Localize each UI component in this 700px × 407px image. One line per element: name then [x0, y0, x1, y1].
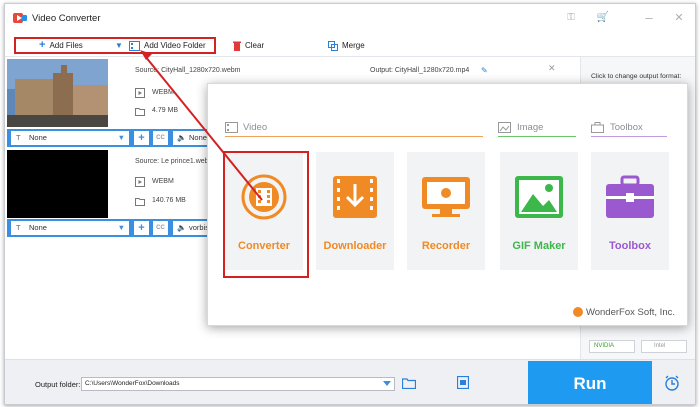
chevron-down-icon[interactable]	[383, 381, 391, 386]
output-format-hint: Click to change output format:	[591, 73, 682, 80]
add-files-button[interactable]: + Add Files	[39, 38, 83, 53]
cc-icon[interactable]: CC	[153, 221, 168, 235]
open-output-icon[interactable]	[457, 376, 469, 389]
close-button[interactable]: ✕	[669, 9, 689, 27]
section-video-divider	[225, 136, 483, 137]
toolbox-tile[interactable]: Toolbox	[591, 152, 669, 270]
alarm-clock-icon[interactable]	[664, 375, 680, 391]
section-toolbox-label: Toolbox	[610, 122, 643, 133]
downloader-tile[interactable]: Downloader	[316, 152, 394, 270]
video-thumbnail[interactable]	[7, 150, 108, 218]
brand-footer: WonderFox Soft, Inc.	[572, 307, 675, 318]
toolbox-icon	[606, 175, 654, 218]
text-t-icon: T	[16, 223, 21, 232]
edit-pencil-icon[interactable]: ✎	[481, 66, 488, 75]
add-subtitle-button[interactable]: +	[134, 221, 149, 235]
nvidia-badge: NVIDIA	[589, 340, 635, 353]
cart-icon[interactable]: 🛒	[593, 9, 613, 27]
section-toolbox-divider	[591, 136, 667, 137]
converter-label: Converter	[238, 240, 290, 252]
converter-icon	[241, 174, 287, 220]
folder-size-icon	[135, 108, 145, 116]
bottom-bar: Output folder: C:\Users\WonderFox\Downlo…	[5, 359, 695, 404]
clear-button[interactable]: Clear	[233, 38, 264, 53]
downloader-label: Downloader	[323, 240, 387, 252]
chevron-down-icon: ▼	[117, 133, 125, 142]
section-image-divider	[498, 136, 576, 137]
output-folder-field[interactable]: C:\Users\WonderFox\Downloads	[81, 377, 395, 391]
plus-icon: +	[39, 39, 46, 52]
add-subtitle-button[interactable]: +	[134, 131, 149, 145]
gif-maker-icon	[515, 176, 563, 218]
merge-icon	[328, 40, 338, 51]
subtitle-dropdown[interactable]: T None ▼	[11, 221, 129, 235]
section-image-label: Image	[517, 122, 544, 133]
file-size: 4.79 MB	[152, 107, 179, 114]
gif-maker-tile[interactable]: GIF Maker	[500, 152, 578, 270]
file-size: 140.76 MB	[152, 197, 186, 204]
toolbox-section-icon	[591, 122, 604, 133]
window-title: Video Converter	[32, 13, 101, 24]
file-format: WEBM	[152, 178, 174, 185]
format-icon	[135, 88, 145, 98]
toolbox-label: Toolbox	[609, 240, 651, 252]
speaker-icon: 🔈	[177, 133, 187, 142]
clear-label: Clear	[245, 41, 265, 50]
video-thumbnail[interactable]	[7, 59, 108, 127]
speaker-icon: 🔈	[177, 223, 187, 232]
recorder-tile[interactable]: Recorder	[407, 152, 485, 270]
intel-badge: Intel	[641, 340, 687, 353]
downloader-icon	[333, 176, 377, 218]
merge-button[interactable]: Merge	[328, 38, 365, 53]
text-t-icon: T	[16, 133, 21, 142]
add-files-dropdown-icon[interactable]: ▼	[115, 38, 123, 53]
toolbar: + Add Files ▼ Add Video Folder Clear Merg…	[5, 33, 695, 57]
subtitle-dropdown[interactable]: T None ▼	[11, 131, 129, 145]
file-format: WEBM	[152, 89, 174, 96]
gif-maker-label: GIF Maker	[512, 240, 566, 252]
output-filename: Output: CityHall_1280x720.mp4	[370, 67, 470, 74]
output-folder-label: Output folder:	[35, 380, 81, 389]
add-video-folder-button[interactable]: Add Video Folder	[129, 38, 206, 53]
add-video-folder-label: Add Video Folder	[144, 41, 206, 50]
remove-file-icon[interactable]: ✕	[548, 63, 556, 74]
subtitle-value: None	[29, 133, 47, 142]
section-video-label: Video	[243, 122, 268, 133]
cc-icon[interactable]: CC	[153, 131, 168, 145]
audio-value: None	[189, 133, 207, 142]
subtitle-value: None	[29, 223, 47, 232]
video-section-icon	[225, 122, 238, 133]
intel-badge-label: Intel	[654, 343, 666, 349]
merge-label: Merge	[342, 41, 365, 50]
chevron-down-icon: ▼	[117, 223, 125, 232]
wonderfox-logo-icon	[572, 307, 583, 318]
add-files-label: Add Files	[49, 41, 83, 50]
minimize-button[interactable]: –	[639, 9, 659, 27]
source-filename: Source: CityHall_1280x720.webm	[135, 67, 241, 74]
audio-value: vorbis	[189, 223, 210, 232]
image-section-icon	[498, 122, 511, 133]
nvidia-badge-label: NVIDIA	[594, 343, 615, 349]
source-filename: Source: Le prince1.webm	[135, 158, 215, 165]
browse-folder-icon[interactable]	[402, 377, 416, 389]
output-folder-value: C:\Users\WonderFox\Downloads	[85, 380, 180, 387]
app-logo-icon	[13, 13, 27, 23]
video-folder-icon	[129, 40, 140, 51]
recorder-label: Recorder	[421, 240, 471, 252]
run-button[interactable]: Run	[528, 361, 652, 404]
launcher-panel: Video Image Toolbox Converter Downloader	[207, 83, 688, 326]
folder-size-icon	[135, 198, 145, 206]
key-icon[interactable]: ⚿	[561, 9, 581, 27]
title-bar: Video Converter ⚿ 🛒 – ✕	[5, 4, 695, 32]
trash-icon	[233, 41, 241, 51]
format-icon	[135, 177, 145, 187]
converter-tile[interactable]: Converter	[225, 152, 303, 270]
recorder-icon	[422, 177, 470, 217]
brand-name: WonderFox Soft, Inc.	[585, 307, 675, 318]
